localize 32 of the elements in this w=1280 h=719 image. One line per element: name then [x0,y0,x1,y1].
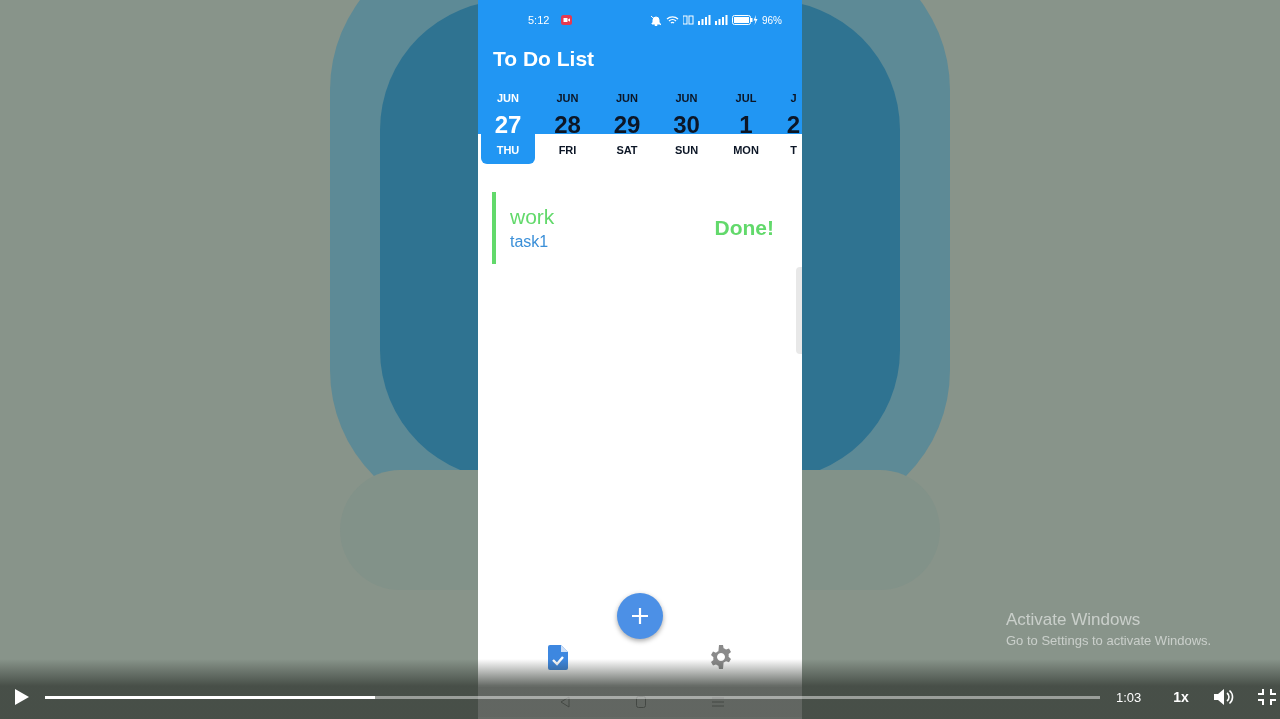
add-button[interactable] [617,593,663,639]
date-tab[interactable]: JUL 1 MON [719,92,773,164]
scroll-handle[interactable] [796,267,802,354]
recording-icon [561,15,573,25]
settings-icon[interactable] [709,645,733,669]
plus-icon [631,607,649,625]
signal-icon [698,15,711,25]
document-check-icon[interactable] [548,644,568,670]
app-title: To Do List [493,47,595,71]
date-tab[interactable]: JUN 28 FRI [540,92,595,164]
task-item[interactable]: work task1 Done! [492,192,788,264]
home-icon[interactable] [636,696,646,708]
task-status: Done! [714,216,774,240]
activation-title: Activate Windows [1006,610,1142,630]
wifi-icon [666,15,679,25]
back-icon[interactable] [560,696,570,708]
battery-icon [732,15,758,25]
current-time: 1:03 [1116,689,1142,705]
progress-bar[interactable] [45,695,1100,699]
date-tab[interactable]: J 2 T [784,92,802,164]
network-icon [683,15,694,25]
date-tab[interactable]: JUN 30 SUN [659,92,714,164]
task-note: task1 [510,233,550,251]
menu-icon[interactable] [712,697,724,707]
mute-icon [650,14,662,26]
signal-icon [715,15,728,25]
task-title: work [510,205,556,229]
activation-note: Go to Settings to activate Windows. [1006,633,1212,648]
date-tab[interactable]: JUN 29 SAT [600,92,654,164]
speed-button[interactable]: 1x [1171,687,1191,707]
battery-percent: 96% [762,14,782,26]
status-time: 5:12 [528,14,550,26]
